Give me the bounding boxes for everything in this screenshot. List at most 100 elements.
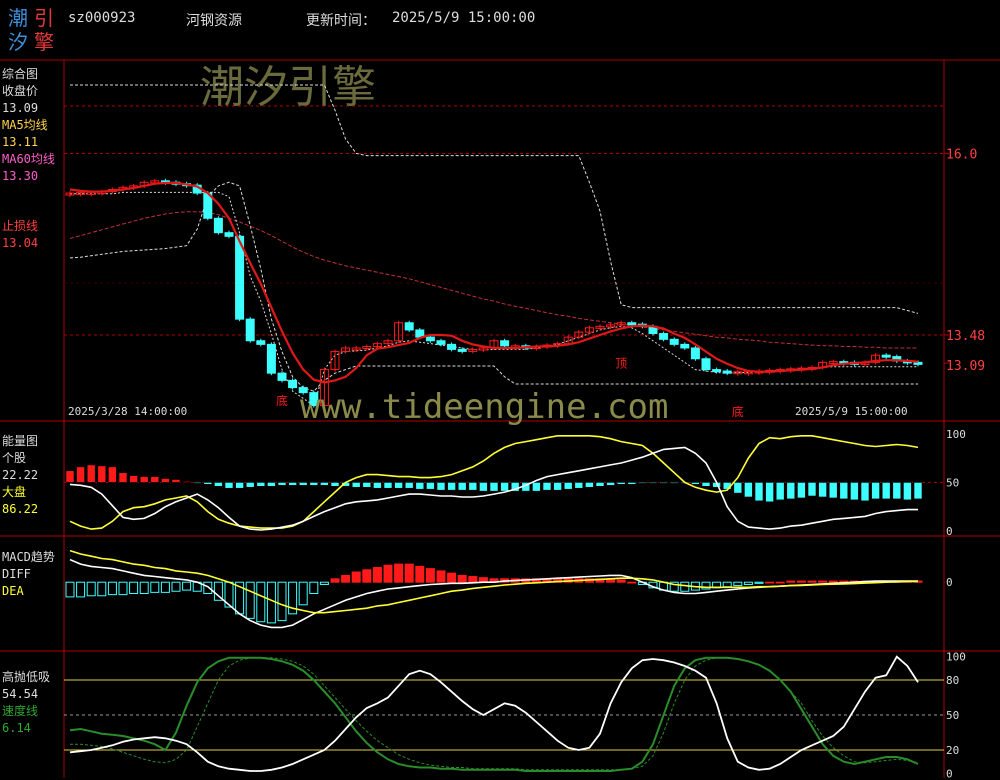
energy-bar xyxy=(765,482,774,503)
y-tick-label: 100 xyxy=(946,651,966,664)
candle xyxy=(712,369,722,373)
energy-bar xyxy=(129,475,138,483)
macd-bar xyxy=(319,581,329,585)
energy-bar xyxy=(903,482,912,501)
candle xyxy=(500,340,510,347)
energy-bar xyxy=(235,482,244,489)
macd-bar xyxy=(415,565,425,583)
candle xyxy=(425,336,435,342)
candle xyxy=(701,358,711,371)
candle xyxy=(436,340,446,345)
energy-bar xyxy=(500,482,509,492)
candle xyxy=(659,333,669,340)
macd-bar xyxy=(86,581,96,597)
stop-line xyxy=(70,191,918,407)
energy-bar xyxy=(839,482,849,500)
macd-bar xyxy=(807,580,817,583)
macd-bar xyxy=(171,581,181,592)
macd-bar xyxy=(256,581,266,623)
candle xyxy=(245,318,255,342)
energy-bar xyxy=(298,482,308,486)
high-low-line xyxy=(69,655,919,772)
energy-bar xyxy=(192,482,202,484)
y-tick-label: 50 xyxy=(946,709,959,722)
energy-bar xyxy=(65,470,75,483)
y-tick-label: 0 xyxy=(946,525,953,538)
macd-bar xyxy=(160,581,170,593)
energy-bar xyxy=(351,482,361,488)
macd-bar xyxy=(277,581,287,622)
energy-bar xyxy=(224,482,234,489)
energy-bar xyxy=(585,482,594,488)
stage: 潮 引 汐 擎 sz000923 河钢资源 更新时间： 2025/5/9 15:… xyxy=(0,0,1000,780)
candle xyxy=(224,232,234,237)
candle xyxy=(447,343,457,350)
energy-bar xyxy=(108,466,117,483)
macd-bar xyxy=(372,567,382,583)
macd-bar xyxy=(786,580,796,583)
energy-bar xyxy=(86,464,96,483)
energy-bar xyxy=(913,482,923,500)
candle xyxy=(288,379,298,389)
macd-bar xyxy=(722,581,732,588)
y-tick-label: 16.0 xyxy=(946,147,977,162)
energy-bar xyxy=(404,482,414,489)
energy-bar xyxy=(542,482,552,491)
energy-bar xyxy=(161,478,170,483)
macd-bar xyxy=(616,579,626,583)
macd-bar xyxy=(139,581,149,595)
energy-bar xyxy=(532,482,541,492)
candle xyxy=(690,347,700,360)
chart-canvas: 潮汐引擎 16.0 13.48 13.09 底 顶底 2025/3/28 14:00:00 2… xyxy=(0,59,1000,780)
macd-bar xyxy=(362,569,372,583)
energy-bar xyxy=(733,482,743,494)
energy-bar xyxy=(118,472,128,483)
energy-bar xyxy=(182,481,191,483)
energy-bar xyxy=(320,482,329,486)
macd-bar xyxy=(733,581,743,587)
energy-bar xyxy=(457,482,467,491)
macd-bar xyxy=(341,574,351,583)
y-tick-label: 0 xyxy=(946,576,953,589)
macd-bar xyxy=(425,568,435,583)
energy-bar xyxy=(436,482,446,491)
energy-bar xyxy=(595,482,605,487)
macd-bar xyxy=(351,571,361,583)
macd-bar xyxy=(118,581,128,596)
speed-line xyxy=(69,656,919,772)
energy-bar xyxy=(383,482,393,489)
macd-bar xyxy=(796,580,806,583)
candle xyxy=(457,348,467,352)
energy-bar xyxy=(574,482,584,489)
energy-bar xyxy=(214,482,223,487)
y-tick-label: 20 xyxy=(946,744,959,757)
energy-bar xyxy=(267,482,276,487)
energy-bar xyxy=(850,482,859,501)
energy-bar xyxy=(150,476,160,483)
energy-bar xyxy=(373,482,382,489)
energy-bar xyxy=(76,466,85,483)
candle xyxy=(881,354,891,358)
energy-bar xyxy=(807,482,817,497)
lower-band-line xyxy=(69,181,918,392)
upper-band-line xyxy=(70,84,919,314)
energy-bar xyxy=(754,482,764,502)
macd-bar xyxy=(182,581,192,591)
energy-bar xyxy=(97,465,107,483)
energy-bar xyxy=(828,482,838,499)
macd-bar xyxy=(394,563,404,583)
macd-bar xyxy=(107,581,117,596)
energy-bar xyxy=(288,482,297,486)
signal-marker: 底 xyxy=(276,393,288,408)
energy-bar xyxy=(606,482,615,486)
candle xyxy=(277,372,287,381)
candle xyxy=(256,340,266,345)
candle xyxy=(627,322,637,326)
candle xyxy=(913,361,923,365)
y-tick-label: 0 xyxy=(946,767,953,780)
watermark-url: www.tideengine.com xyxy=(300,387,668,427)
energy-bar xyxy=(426,482,435,490)
energy-bar xyxy=(309,482,319,486)
energy-bar xyxy=(468,482,478,491)
macd-bar xyxy=(309,581,319,595)
